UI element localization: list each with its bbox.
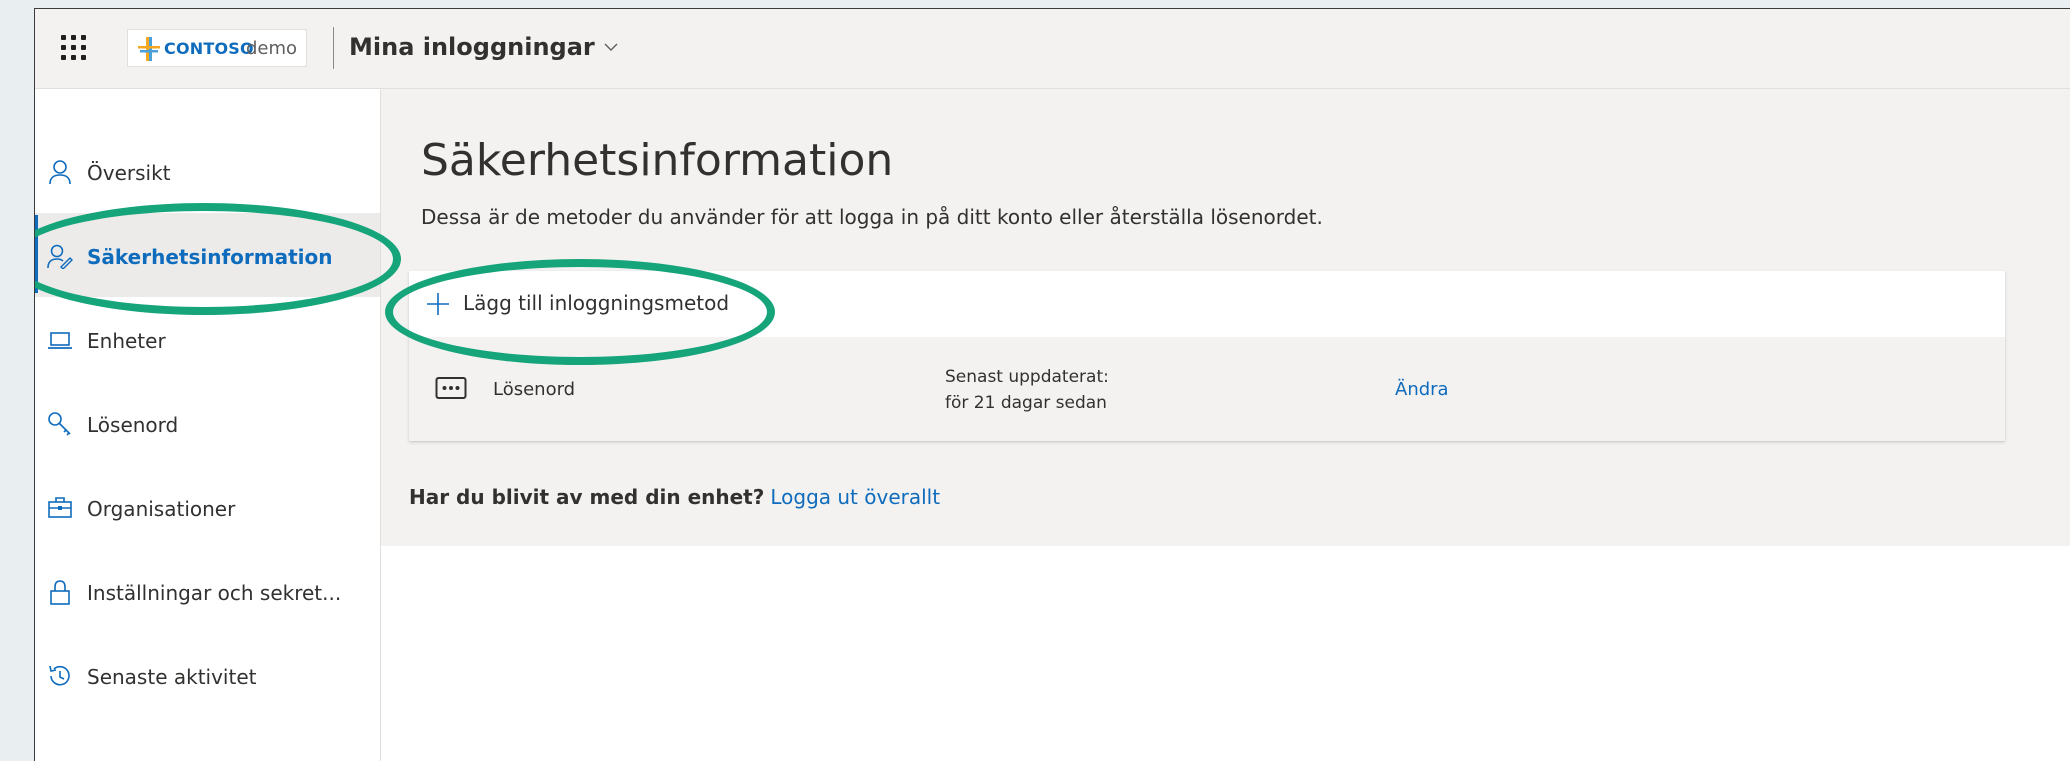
method-row-password: Lösenord Senast uppdaterat: för 21 dagar… bbox=[409, 337, 2005, 441]
lock-icon bbox=[50, 580, 70, 605]
sidebar-item-devices[interactable]: Enheter bbox=[35, 297, 380, 381]
sidebar-item-label: Organisationer bbox=[87, 497, 236, 521]
top-bar: CONTOSO demo Mina inloggningar bbox=[35, 9, 2070, 89]
lost-device-row: Har du blivit av med din enhet? Logga ut … bbox=[409, 485, 940, 509]
browser-window: CONTOSO demo Mina inloggningar Översikt bbox=[34, 8, 2070, 761]
topbar-divider bbox=[333, 27, 334, 69]
updated-value: för 21 dagar sedan bbox=[945, 393, 1107, 413]
password-icon bbox=[435, 377, 467, 399]
updated-label: Senast uppdaterat: bbox=[945, 367, 1109, 387]
sidebar: Översikt Säkerhetsinformation Enheter Lö… bbox=[35, 89, 381, 761]
app-title: Mina inloggningar bbox=[349, 33, 595, 61]
sign-out-everywhere-link[interactable]: Logga ut överallt bbox=[770, 485, 940, 509]
methods-card: Lägg till inloggningsmetod Lösenord Sena… bbox=[409, 271, 2005, 441]
chevron-down-icon bbox=[604, 43, 618, 51]
key-icon bbox=[48, 412, 71, 436]
sidebar-item-label: Översikt bbox=[87, 161, 171, 185]
sidebar-item-settings-privacy[interactable]: Inställningar och sekret... bbox=[35, 549, 380, 633]
sidebar-item-label: Lösenord bbox=[87, 413, 179, 437]
sidebar-item-label: Senaste aktivitet bbox=[87, 665, 257, 689]
laptop-icon bbox=[48, 332, 72, 349]
app-switcher[interactable]: Mina inloggningar bbox=[349, 33, 619, 61]
contoso-logo-icon bbox=[138, 37, 160, 61]
sidebar-item-organizations[interactable]: Organisationer bbox=[35, 465, 380, 549]
page-description: Dessa är de metoder du använder för att … bbox=[421, 205, 1323, 229]
sidebar-item-label: Enheter bbox=[87, 329, 166, 353]
logo-brand-text: CONTOSO bbox=[164, 39, 254, 58]
person-icon bbox=[49, 160, 71, 185]
history-icon bbox=[49, 665, 70, 686]
lost-device-question: Har du blivit av med din enhet? bbox=[409, 485, 765, 509]
sidebar-item-overview[interactable]: Översikt bbox=[35, 129, 380, 213]
sidebar-item-recent-activity[interactable]: Senaste aktivitet bbox=[35, 633, 380, 717]
security-info-icon bbox=[47, 244, 73, 269]
logo-demo-text: demo bbox=[246, 38, 298, 59]
sidebar-item-security-info[interactable]: Säkerhetsinformation bbox=[35, 213, 380, 297]
sidebar-item-label: Säkerhetsinformation bbox=[87, 245, 333, 269]
sidebar-item-label: Inställningar och sekret... bbox=[87, 581, 342, 605]
briefcase-icon bbox=[48, 497, 72, 518]
plus-icon bbox=[427, 293, 449, 315]
page-title: Säkerhetsinformation bbox=[421, 135, 894, 186]
method-name: Lösenord bbox=[493, 379, 576, 400]
change-link[interactable]: Ändra bbox=[1395, 379, 1449, 400]
app-launcher-icon[interactable] bbox=[61, 35, 87, 61]
main-content: Säkerhetsinformation Dessa är de metoder… bbox=[381, 89, 2070, 546]
add-method-button[interactable]: Lägg till inloggningsmetod bbox=[409, 271, 2005, 338]
add-method-label: Lägg till inloggningsmetod bbox=[463, 291, 730, 315]
sidebar-item-password[interactable]: Lösenord bbox=[35, 381, 380, 465]
organization-logo: CONTOSO demo bbox=[127, 29, 307, 67]
